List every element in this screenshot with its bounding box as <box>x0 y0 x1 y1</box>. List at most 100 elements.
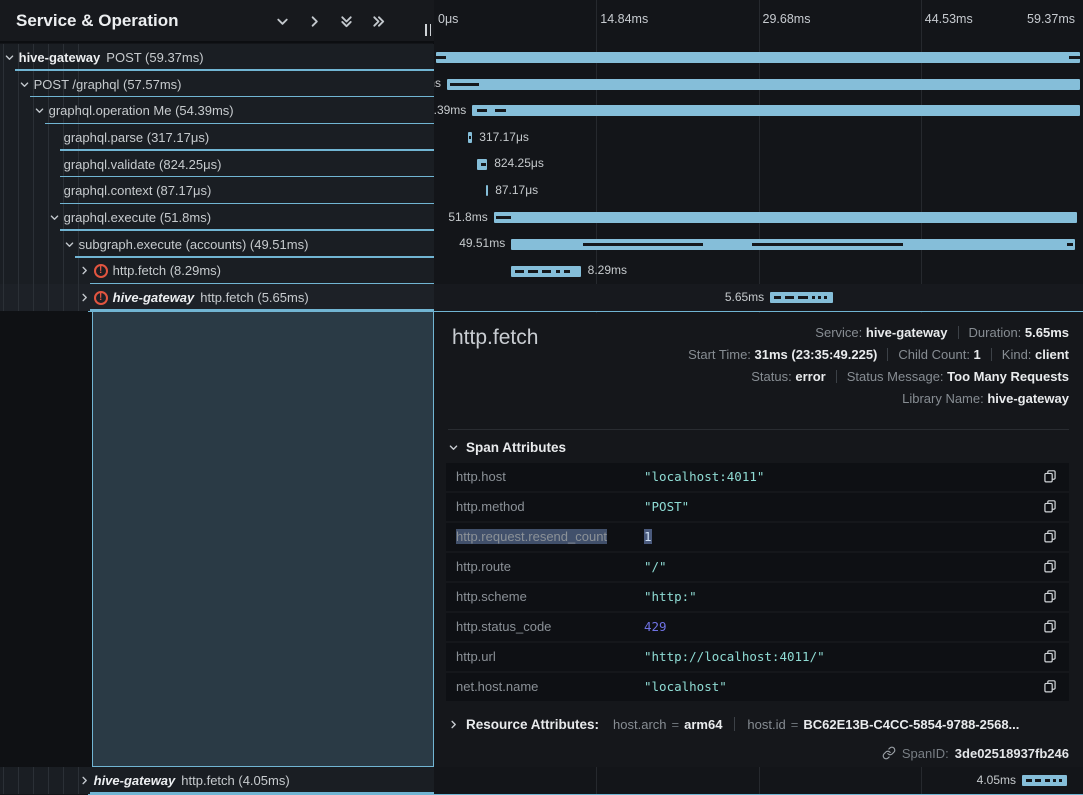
span-bar-mark <box>542 270 551 273</box>
span-bar[interactable] <box>472 105 1079 116</box>
meta-separator <box>991 348 992 361</box>
chevron-down-icon[interactable] <box>33 105 45 117</box>
span-tree-cell[interactable]: graphql.execute (51.8ms) <box>0 204 434 231</box>
span-bar[interactable] <box>494 212 1077 223</box>
span-bar[interactable] <box>1022 775 1067 786</box>
span-bar[interactable] <box>468 132 473 143</box>
span-tree-cell[interactable]: hive-gateway http.fetch (4.05ms) <box>0 767 434 794</box>
span-timeline-cell: 824.25μs <box>434 151 1083 178</box>
copy-icon[interactable] <box>1041 648 1059 666</box>
detail-top-border <box>88 311 1083 313</box>
span-bar[interactable] <box>447 79 1080 90</box>
attribute-value: "localhost" <box>644 679 1041 694</box>
span-bar[interactable] <box>436 52 1080 63</box>
span-bar-mark <box>812 296 815 299</box>
operation-label: http.fetch (4.05ms) <box>181 773 289 788</box>
attribute-row: http.method"POST" <box>446 493 1069 522</box>
attribute-key: http.method <box>456 499 644 514</box>
resource-attributes-header[interactable]: Resource Attributes: <box>466 717 599 732</box>
resource-key: host.id <box>747 717 785 732</box>
copy-icon[interactable] <box>1041 498 1059 516</box>
meta-separator <box>958 326 959 339</box>
copy-icon[interactable] <box>1041 618 1059 636</box>
span-bar[interactable] <box>511 266 580 277</box>
chevron-right-icon[interactable] <box>78 774 90 786</box>
span-tree-cell[interactable]: subgraph.execute (accounts) (49.51ms) <box>0 231 434 258</box>
double-chevron-right-icon[interactable] <box>371 14 386 29</box>
chevron-down-icon[interactable] <box>3 51 15 63</box>
copy-icon[interactable] <box>1041 678 1059 696</box>
timeline-tick: 0μs <box>438 12 458 26</box>
span-tree-cell[interactable]: graphql.operation Me (54.39ms) <box>0 97 434 124</box>
service-name: hive-gateway <box>94 773 176 788</box>
attribute-key: http.request.resend_count <box>456 529 644 544</box>
trace-row: hive-gatewayPOST (59.37ms)59.37ms <box>0 44 1083 71</box>
span-bar-mark <box>436 56 446 59</box>
meta-label: Start Time: <box>688 347 754 362</box>
chevron-down-icon[interactable] <box>48 211 60 223</box>
span-attributes-section-header[interactable]: Span Attributes <box>448 440 566 455</box>
operation-label: http.fetch (8.29ms) <box>113 263 221 278</box>
chevron-down-icon[interactable] <box>18 78 30 90</box>
span-tree-cell[interactable]: POST /graphql (57.57ms) <box>0 71 434 98</box>
copy-icon[interactable] <box>1041 468 1059 486</box>
span-detail-panel: http.fetch Service: hive-gatewayDuration… <box>434 313 1083 767</box>
span-bar[interactable] <box>477 159 487 170</box>
chevron-right-icon[interactable] <box>307 14 322 29</box>
span-id-label: SpanID: <box>902 746 949 761</box>
timeline-tick: 29.68ms <box>763 12 811 26</box>
copy-icon[interactable] <box>1041 558 1059 576</box>
span-bar-mark <box>1035 779 1040 782</box>
span-bar[interactable] <box>486 185 488 196</box>
attribute-value: "localhost:4011" <box>644 469 1041 484</box>
span-tree-cell[interactable]: graphql.context (87.17μs) <box>0 177 434 204</box>
span-tree-cell[interactable]: !hive-gatewayhttp.fetch (5.65ms) <box>0 284 434 311</box>
operation-label: graphql.validate (824.25μs) <box>64 157 222 172</box>
chevron-spacer <box>48 185 60 197</box>
span-tree-cell[interactable]: hive-gatewayPOST (59.37ms) <box>0 44 434 71</box>
copy-icon[interactable] <box>1041 588 1059 606</box>
operation-label: graphql.parse (317.17μs) <box>64 130 210 145</box>
span-tree-cell[interactable]: ! http.fetch (8.29ms) <box>0 258 434 285</box>
span-tree-cell[interactable]: graphql.parse (317.17μs) <box>0 124 434 151</box>
chevron-right-icon[interactable] <box>78 292 90 304</box>
span-timeline-cell: 4.05ms <box>434 767 1083 794</box>
error-icon: ! <box>94 264 108 278</box>
span-timeline-cell: 87.17μs <box>434 177 1083 204</box>
meta-label: Library Name: <box>902 391 987 406</box>
attribute-row: net.host.name"localhost" <box>446 673 1069 702</box>
timeline-tick: 14.84ms <box>600 12 648 26</box>
equals-sign: = <box>791 717 799 732</box>
double-chevron-down-icon[interactable] <box>339 14 354 29</box>
span-bar-mark <box>798 296 808 299</box>
panel-resize-handle[interactable] <box>422 24 434 38</box>
chevron-down-icon[interactable] <box>63 238 75 250</box>
span-bar[interactable] <box>511 239 1074 250</box>
span-bar-mark <box>556 270 560 273</box>
service-operation-title: Service & Operation <box>16 11 179 31</box>
meta-label: Duration: <box>969 325 1025 340</box>
operation-label: graphql.execute (51.8ms) <box>64 210 211 225</box>
trace-row: POST /graphql (57.57ms)57.57ms <box>0 71 1083 98</box>
tree-indent-area <box>0 311 92 767</box>
timeline-tick: 59.37ms <box>1027 12 1075 26</box>
chevron-right-icon[interactable] <box>78 265 90 277</box>
chevron-down-icon[interactable] <box>275 14 290 29</box>
section-divider <box>448 429 1069 430</box>
meta-value: 1 <box>974 347 981 362</box>
service-operation-header: Service & Operation <box>0 0 434 43</box>
span-tree-cell[interactable]: graphql.validate (824.25μs) <box>0 151 434 178</box>
operation-label: POST /graphql (57.57ms) <box>34 77 182 92</box>
link-icon[interactable] <box>882 746 896 760</box>
meta-separator <box>836 370 837 383</box>
span-title: http.fetch <box>452 326 538 350</box>
span-duration-label: 49.51ms <box>459 236 511 250</box>
span-bar[interactable] <box>770 292 833 303</box>
detail-meta-line: Library Name: hive-gateway <box>688 388 1069 410</box>
meta-label: Service: <box>815 325 866 340</box>
span-meta: Service: hive-gatewayDuration: 5.65ms Sta… <box>688 322 1069 410</box>
copy-icon[interactable] <box>1041 528 1059 546</box>
detail-meta-line: Service: hive-gatewayDuration: 5.65ms <box>688 322 1069 344</box>
chevron-down-icon <box>448 442 459 453</box>
attribute-value: "http:" <box>644 589 1041 604</box>
